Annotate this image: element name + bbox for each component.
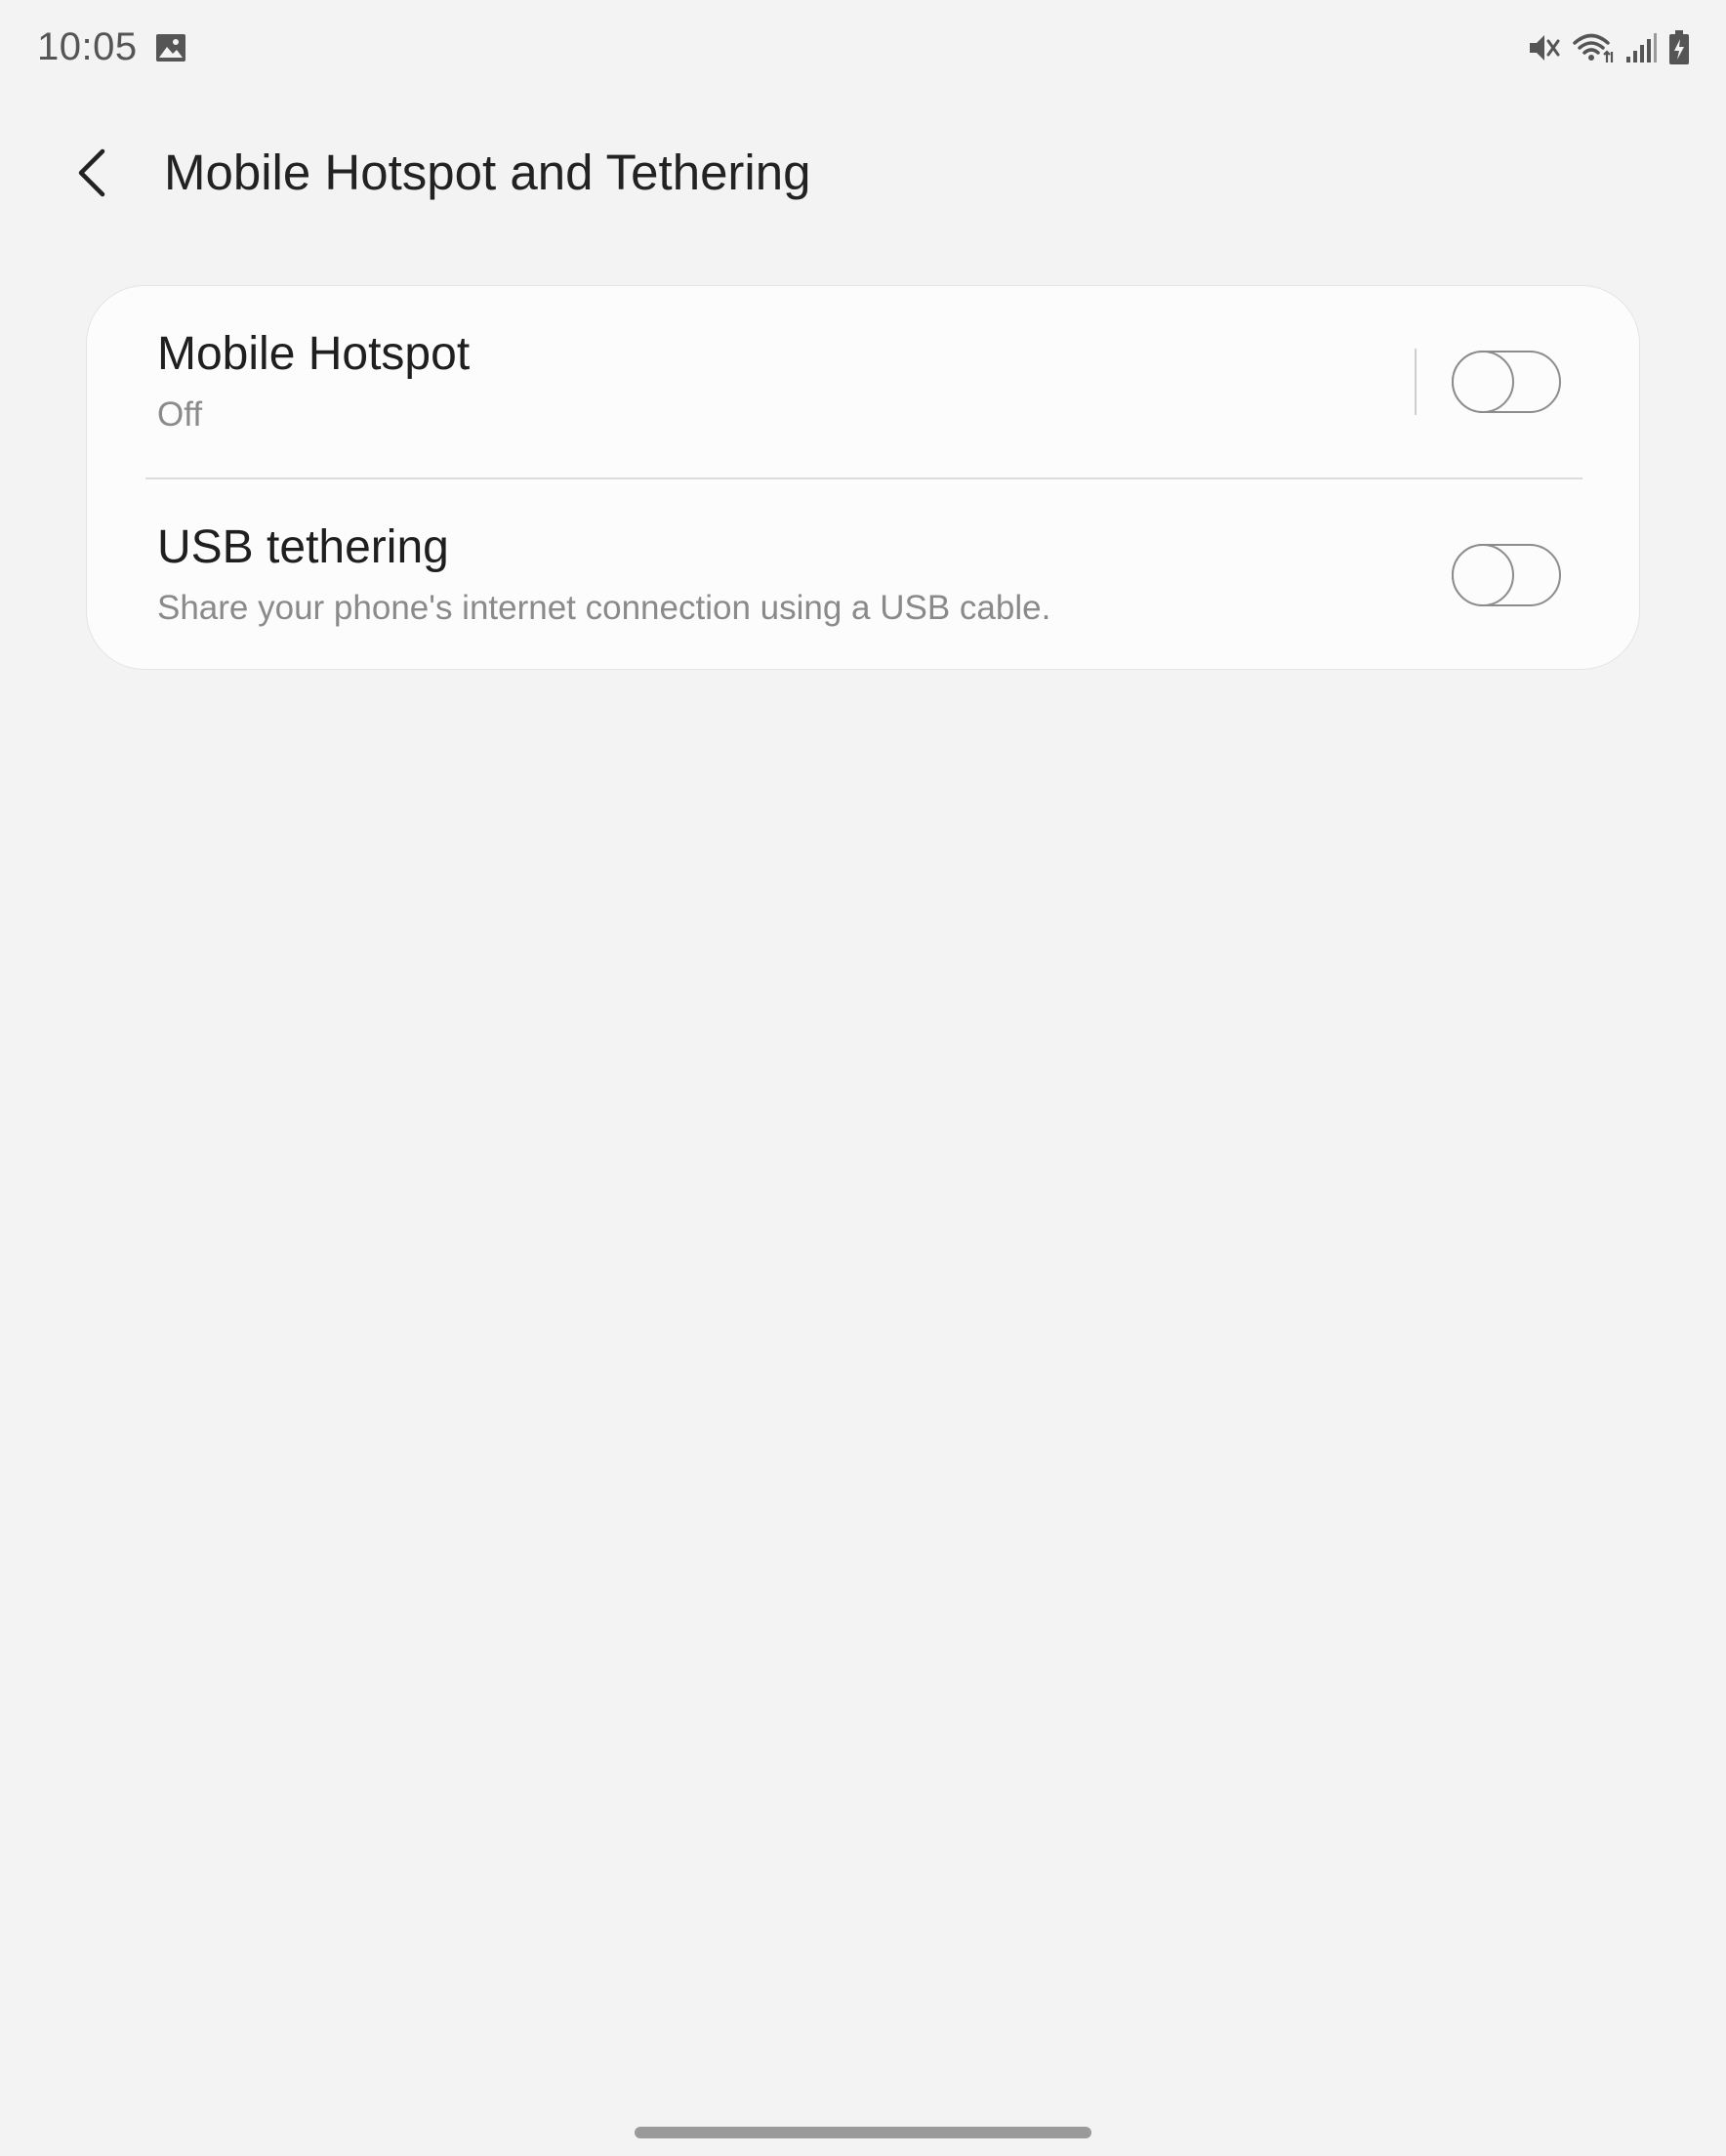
switch-knob	[1451, 543, 1514, 606]
app-header: Mobile Hotspot and Tethering	[0, 127, 1726, 234]
usb-tethering-description: Share your phone's internet connection u…	[157, 589, 1051, 627]
switch-knob	[1451, 350, 1514, 413]
status-right	[1527, 29, 1691, 71]
usb-tethering-title: USB tethering	[157, 521, 449, 573]
mobile-hotspot-status: Off	[157, 395, 203, 434]
home-indicator[interactable]	[635, 2127, 1091, 2138]
mobile-hotspot-title: Mobile Hotspot	[157, 328, 471, 380]
status-left: 10:05	[37, 25, 186, 69]
page-title: Mobile Hotspot and Tethering	[164, 145, 811, 200]
back-button[interactable]	[59, 139, 127, 207]
chevron-left-icon	[78, 148, 105, 197]
signal-icon	[1624, 31, 1658, 69]
battery-charging-icon	[1667, 29, 1691, 71]
usb-tethering-switch[interactable]	[1451, 543, 1561, 606]
gallery-icon	[155, 33, 186, 62]
status-bar: 10:05	[0, 0, 1726, 102]
vertical-divider	[1415, 349, 1417, 415]
status-time: 10:05	[37, 25, 138, 68]
mobile-hotspot-row[interactable]: Mobile Hotspot Off	[87, 286, 1639, 477]
mute-icon	[1527, 30, 1562, 70]
usb-tethering-row[interactable]: USB tethering Share your phone's interne…	[87, 479, 1639, 671]
settings-card: Mobile Hotspot Off USB tethering Share y…	[86, 285, 1640, 670]
wifi-icon	[1572, 30, 1615, 70]
mobile-hotspot-switch[interactable]	[1451, 350, 1561, 413]
